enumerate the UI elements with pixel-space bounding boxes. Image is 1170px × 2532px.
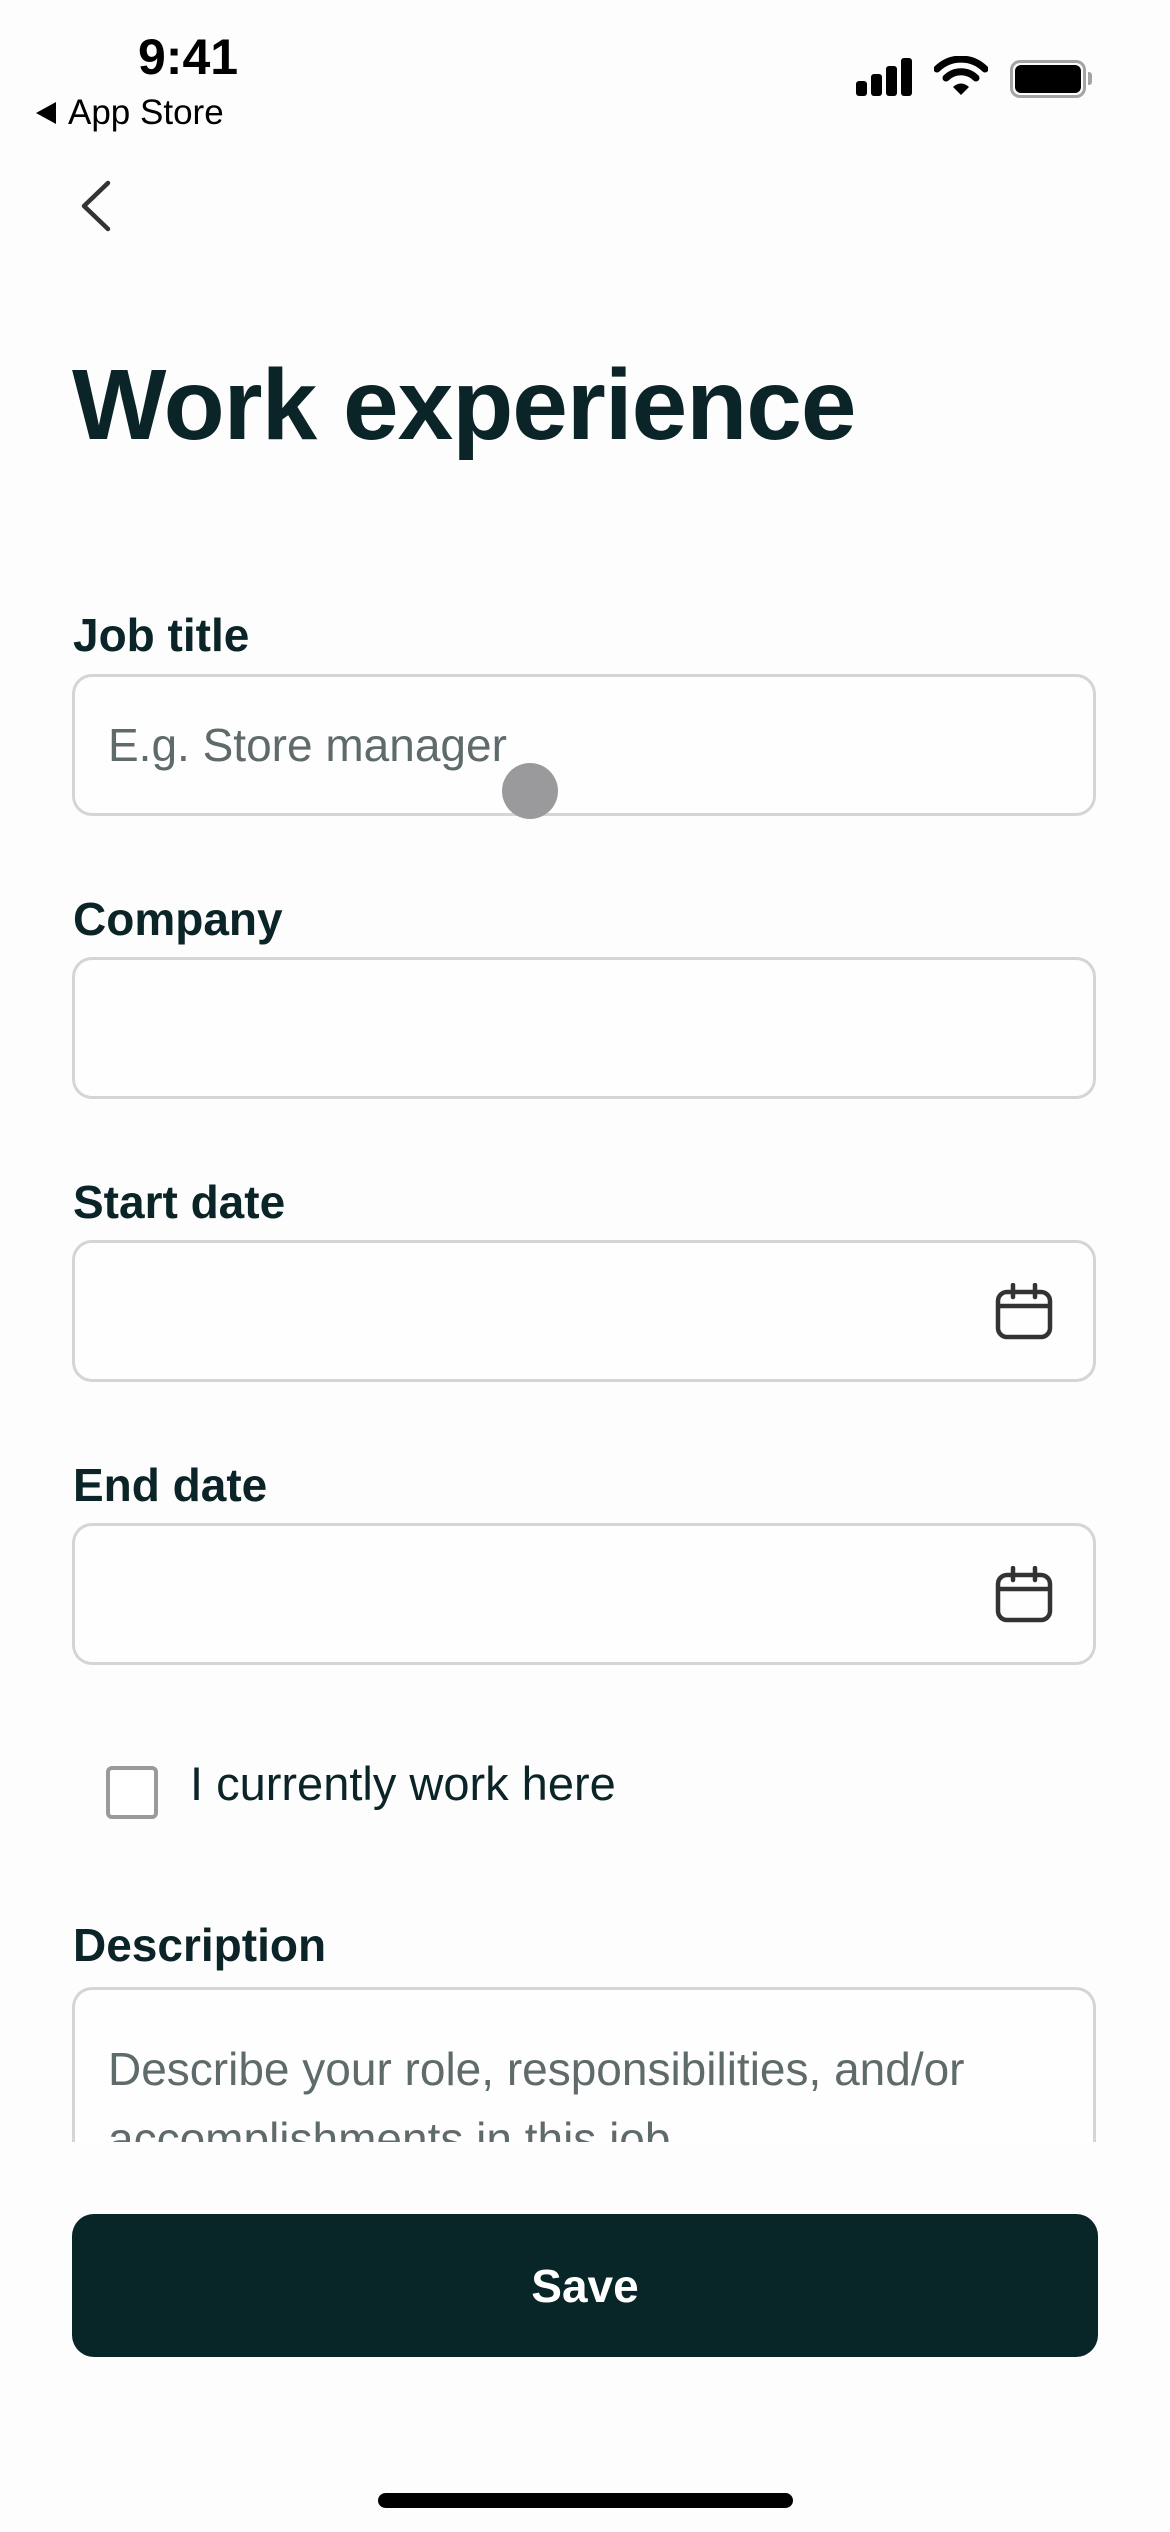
end-date-field[interactable]	[72, 1523, 1096, 1665]
description-label: Description	[73, 1919, 327, 1971]
calendar-icon[interactable]	[995, 1566, 1053, 1624]
job-title-input[interactable]	[108, 677, 1008, 813]
job-title-label: Job title	[73, 609, 250, 661]
battery-icon	[1010, 60, 1092, 98]
back-triangle-icon	[36, 102, 56, 124]
calendar-icon[interactable]	[995, 1283, 1053, 1341]
company-field[interactable]	[72, 957, 1096, 1099]
start-date-field[interactable]	[72, 1240, 1096, 1382]
start-date-label: Start date	[73, 1176, 286, 1228]
currently-work-here-label[interactable]: I currently work here	[190, 1756, 616, 1811]
home-indicator[interactable]	[378, 2493, 793, 2508]
currently-work-here-checkbox[interactable]	[106, 1766, 158, 1819]
page-title: Work experience	[72, 349, 857, 461]
status-time: 9:41	[138, 29, 239, 85]
save-button[interactable]: Save	[72, 2214, 1098, 2357]
job-title-field[interactable]	[72, 674, 1096, 816]
company-label: Company	[73, 893, 283, 945]
end-date-label: End date	[73, 1459, 268, 1511]
signal-icon	[856, 58, 914, 96]
company-input[interactable]	[108, 960, 1008, 1096]
touch-indicator	[502, 763, 558, 819]
back-app-label: App Store	[68, 93, 224, 132]
chevron-left-icon	[81, 180, 111, 232]
wifi-icon	[933, 55, 989, 96]
end-date-input[interactable]	[108, 1526, 1008, 1662]
back-to-app-store[interactable]: App Store	[36, 93, 224, 133]
back-button[interactable]	[66, 170, 126, 242]
start-date-input[interactable]	[108, 1243, 1008, 1379]
